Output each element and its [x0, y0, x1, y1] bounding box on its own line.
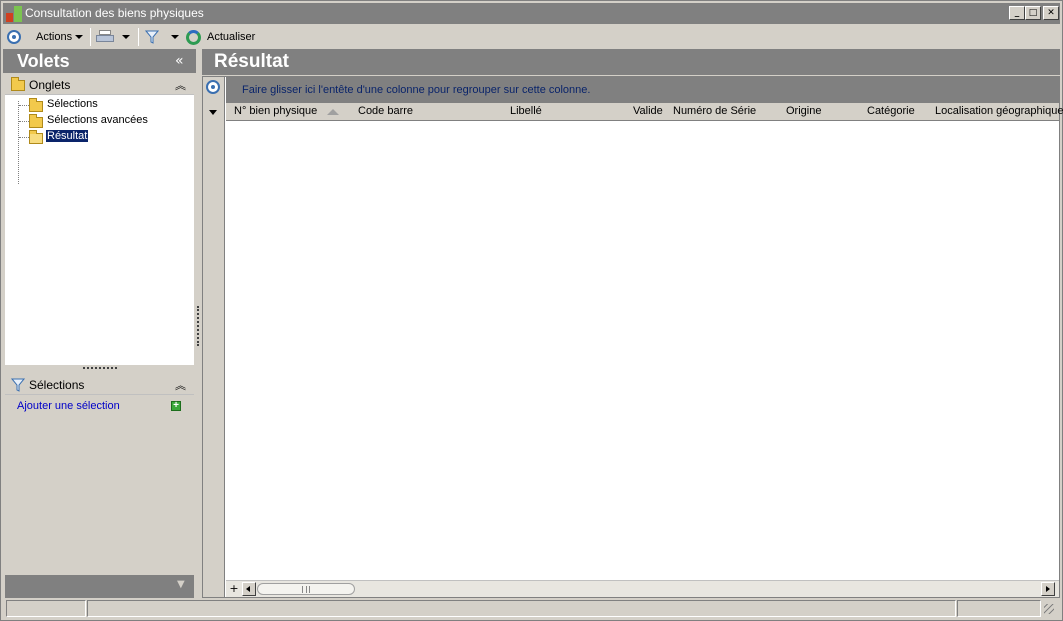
selections-panel: Ajouter une sélection + — [5, 395, 194, 571]
tree-item-label: Sélections avancées — [47, 114, 148, 126]
scroll-left-button[interactable] — [242, 582, 256, 596]
app-icon — [6, 6, 22, 22]
right-pane: Résultat Faire glisser ici l'entête d'un… — [202, 49, 1063, 598]
horizontal-splitter[interactable] — [83, 367, 117, 369]
column-header-origine[interactable]: Origine — [786, 105, 821, 117]
open-folder-icon — [29, 130, 43, 144]
close-button[interactable]: ✕ — [1043, 6, 1059, 20]
status-panel-2 — [87, 600, 956, 617]
filter-dropdown-button[interactable] — [168, 25, 179, 49]
expand-icon[interactable]: + — [228, 583, 240, 595]
column-header-numero[interactable]: N° bien physique — [234, 105, 317, 117]
column-header-categorie[interactable]: Catégorie — [867, 105, 915, 117]
left-pane-footer: ▼ — [5, 575, 194, 598]
folder-icon — [11, 77, 25, 91]
tabs-group-label: Onglets — [29, 78, 71, 92]
column-header-localisation[interactable]: Localisation géographique — [935, 105, 1063, 117]
filter-button[interactable] — [145, 25, 159, 49]
main-window: Consultation des biens physiques _ □ ✕ A… — [0, 0, 1063, 621]
chevron-up-double-icon[interactable]: ︽ — [175, 77, 186, 93]
refresh-button[interactable]: Actualiser — [186, 25, 255, 49]
right-pane-header: Résultat — [202, 49, 1060, 75]
left-pane-header: Volets « — [3, 49, 196, 73]
chevron-down-icon — [75, 35, 84, 39]
horizontal-scrollbar[interactable]: + — [226, 580, 1059, 597]
toolbar: Actions Actualiser — [3, 25, 1060, 49]
right-pane-title: Résultat — [214, 51, 289, 72]
selections-group-header[interactable]: Sélections ︽ — [5, 375, 194, 395]
funnel-icon — [145, 30, 159, 44]
scroll-thumb[interactable] — [257, 583, 355, 595]
actions-menu-button[interactable]: Actions — [36, 25, 84, 49]
scroll-right-button[interactable] — [1041, 582, 1055, 596]
group-by-hint: Faire glisser ici l'entête d'une colonne… — [242, 84, 591, 96]
left-pane: Volets « Onglets ︽ Sélections Sélections… — [3, 49, 196, 598]
tree-item-result[interactable]: Résultat — [5, 129, 194, 145]
add-icon[interactable]: + — [171, 401, 181, 411]
print-button[interactable] — [96, 25, 114, 49]
selections-group-label: Sélections — [29, 378, 85, 392]
tree-item-advanced-selections[interactable]: Sélections avancées — [5, 113, 194, 129]
left-pane-title: Volets — [17, 51, 70, 71]
chevron-down-icon — [171, 35, 179, 39]
column-header-valide[interactable]: Valide — [633, 105, 663, 117]
grid-body[interactable] — [226, 122, 1059, 580]
refresh-icon — [186, 29, 201, 45]
print-dropdown-button[interactable] — [119, 25, 130, 49]
column-header-code-barre[interactable]: Code barre — [358, 105, 413, 117]
printer-icon — [96, 30, 114, 44]
grid-row-selector-strip — [203, 77, 225, 597]
sort-ascending-icon — [327, 109, 339, 115]
column-header-libelle[interactable]: Libellé — [510, 105, 542, 117]
window-title: Consultation des biens physiques — [25, 6, 204, 20]
group-by-panel[interactable]: Faire glisser ici l'entête d'une colonne… — [226, 77, 1059, 103]
vertical-splitter[interactable] — [197, 306, 199, 346]
folder-icon — [29, 98, 43, 112]
row-indicator-icon[interactable] — [209, 110, 217, 115]
minimize-button[interactable]: _ — [1009, 6, 1025, 20]
collapse-pane-icon[interactable]: « — [175, 53, 184, 69]
refresh-label: Actualiser — [207, 31, 256, 43]
status-panel-1 — [6, 600, 86, 617]
tabs-group-header[interactable]: Onglets ︽ — [5, 75, 194, 95]
resize-grip[interactable] — [1043, 603, 1055, 615]
title-bar[interactable]: Consultation des biens physiques _ □ ✕ — [3, 3, 1060, 24]
toolbar-separator — [138, 28, 139, 46]
add-selection-link[interactable]: Ajouter une sélection — [17, 400, 120, 412]
status-bar — [3, 599, 1060, 619]
folder-icon — [29, 114, 43, 128]
column-headers: N° bien physique Code barre Libellé Vali… — [226, 103, 1063, 121]
options-circle-icon — [7, 30, 21, 44]
tree-item-label: Résultat — [44, 129, 90, 143]
results-grid: Faire glisser ici l'entête d'une colonne… — [202, 76, 1063, 598]
funnel-icon — [10, 378, 26, 395]
tree-item-label: Sélections — [47, 98, 98, 110]
grid-options-icon[interactable] — [206, 80, 220, 94]
chevron-down-icon — [122, 35, 130, 39]
status-panel-3 — [957, 600, 1041, 617]
chevron-up-double-icon[interactable]: ︽ — [175, 377, 186, 393]
tabs-tree: Sélections Sélections avancées Résultat — [5, 95, 194, 365]
actions-label: Actions — [36, 31, 73, 43]
toolbar-separator — [90, 28, 91, 46]
chevron-down-icon[interactable]: ▼ — [177, 579, 185, 590]
maximize-button[interactable]: □ — [1025, 6, 1041, 20]
column-header-numero-serie[interactable]: Numéro de Série — [673, 105, 756, 117]
actions-menu-icon-wrap[interactable] — [7, 25, 21, 49]
tree-item-selections[interactable]: Sélections — [5, 97, 194, 113]
